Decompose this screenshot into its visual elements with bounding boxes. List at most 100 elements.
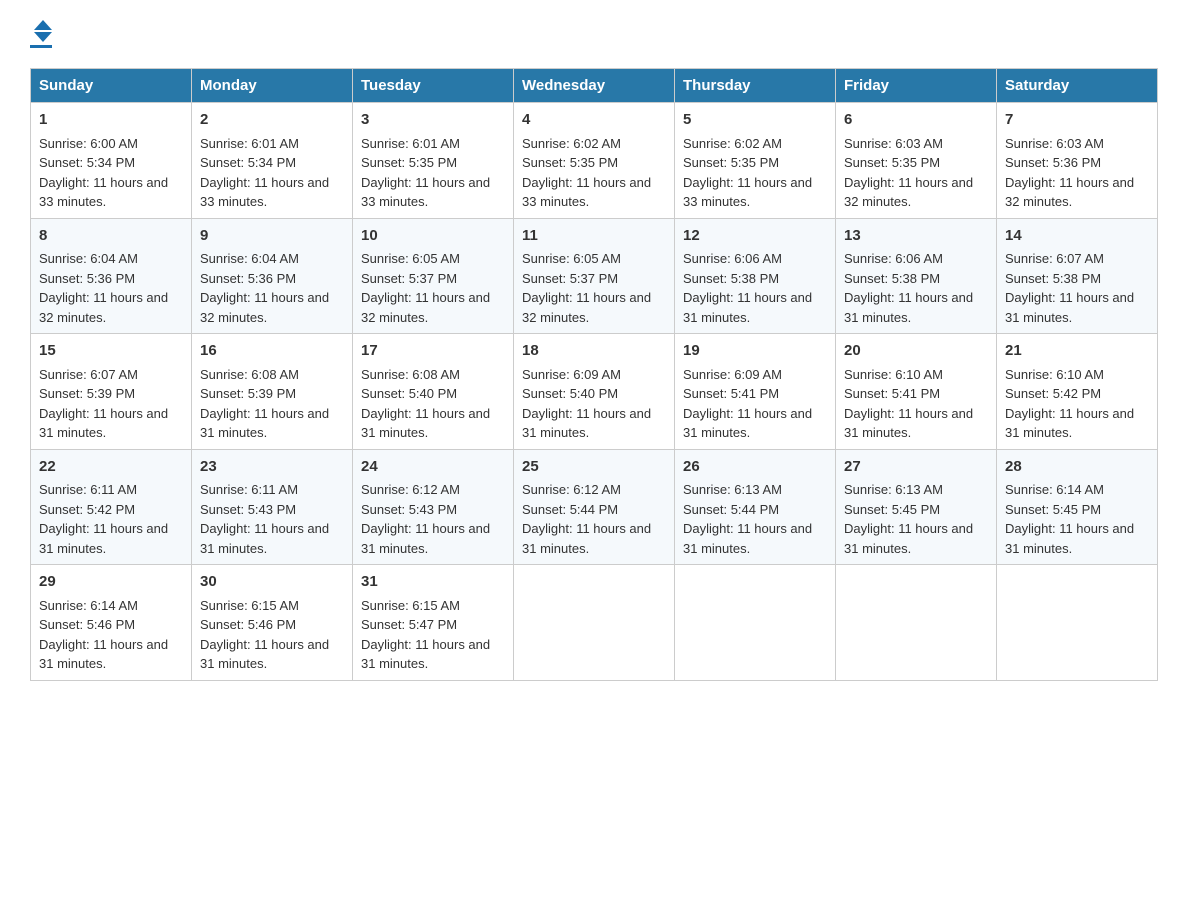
week-row-3: 15Sunrise: 6:07 AMSunset: 5:39 PMDayligh… <box>31 334 1158 450</box>
calendar-cell: 11Sunrise: 6:05 AMSunset: 5:37 PMDayligh… <box>514 218 675 334</box>
sunrise-label: Sunrise: 6:11 AM <box>200 482 298 497</box>
calendar-cell: 21Sunrise: 6:10 AMSunset: 5:42 PMDayligh… <box>997 334 1158 450</box>
daylight-label: Daylight: 11 hours and 31 minutes. <box>522 521 651 556</box>
daylight-label: Daylight: 11 hours and 31 minutes. <box>1005 406 1134 441</box>
sunset-label: Sunset: 5:35 PM <box>844 155 940 170</box>
sunrise-label: Sunrise: 6:06 AM <box>683 251 782 266</box>
sunset-label: Sunset: 5:46 PM <box>39 617 135 632</box>
sunset-label: Sunset: 5:40 PM <box>522 386 618 401</box>
calendar-cell: 1Sunrise: 6:00 AMSunset: 5:34 PMDaylight… <box>31 103 192 219</box>
calendar-cell: 19Sunrise: 6:09 AMSunset: 5:41 PMDayligh… <box>675 334 836 450</box>
day-number: 14 <box>1005 225 1149 248</box>
sunset-label: Sunset: 5:44 PM <box>522 502 618 517</box>
daylight-label: Daylight: 11 hours and 31 minutes. <box>844 521 973 556</box>
calendar-table: SundayMondayTuesdayWednesdayThursdayFrid… <box>30 68 1158 681</box>
sunset-label: Sunset: 5:47 PM <box>361 617 457 632</box>
calendar-cell: 31Sunrise: 6:15 AMSunset: 5:47 PMDayligh… <box>353 565 514 681</box>
calendar-cell: 25Sunrise: 6:12 AMSunset: 5:44 PMDayligh… <box>514 449 675 565</box>
calendar-cell: 13Sunrise: 6:06 AMSunset: 5:38 PMDayligh… <box>836 218 997 334</box>
sunrise-label: Sunrise: 6:01 AM <box>200 136 299 151</box>
daylight-label: Daylight: 11 hours and 31 minutes. <box>1005 521 1134 556</box>
daylight-label: Daylight: 11 hours and 31 minutes. <box>844 290 973 325</box>
daylight-label: Daylight: 11 hours and 31 minutes. <box>683 290 812 325</box>
sunset-label: Sunset: 5:34 PM <box>200 155 296 170</box>
day-number: 17 <box>361 340 505 363</box>
sunset-label: Sunset: 5:36 PM <box>200 271 296 286</box>
sunset-label: Sunset: 5:45 PM <box>844 502 940 517</box>
day-number: 16 <box>200 340 344 363</box>
day-number: 3 <box>361 109 505 132</box>
sunrise-label: Sunrise: 6:02 AM <box>683 136 782 151</box>
calendar-cell: 5Sunrise: 6:02 AMSunset: 5:35 PMDaylight… <box>675 103 836 219</box>
day-number: 22 <box>39 456 183 479</box>
daylight-label: Daylight: 11 hours and 31 minutes. <box>683 521 812 556</box>
day-number: 12 <box>683 225 827 248</box>
daylight-label: Daylight: 11 hours and 32 minutes. <box>361 290 490 325</box>
week-row-4: 22 Sunrise: 6:11 AM Sunset: 5:42 PM Dayligh… <box>31 449 1158 565</box>
day-number: 9 <box>200 225 344 248</box>
sunset-label: Sunset: 5:42 PM <box>1005 386 1101 401</box>
day-number: 4 <box>522 109 666 132</box>
day-number: 29 <box>39 571 183 594</box>
daylight-label: Daylight: 11 hours and 31 minutes. <box>39 637 168 672</box>
sunset-label: Sunset: 5:36 PM <box>1005 155 1101 170</box>
calendar-cell <box>514 565 675 681</box>
sunrise-label: Sunrise: 6:05 AM <box>361 251 460 266</box>
daylight-label: Daylight: 11 hours and 32 minutes. <box>844 175 973 210</box>
sunrise-label: Sunrise: 6:03 AM <box>1005 136 1104 151</box>
sunrise-label: Sunrise: 6:12 AM <box>361 482 460 497</box>
day-number: 30 <box>200 571 344 594</box>
calendar-cell <box>675 565 836 681</box>
day-number: 15 <box>39 340 183 363</box>
sunrise-label: Sunrise: 6:04 AM <box>200 251 299 266</box>
header-monday: Monday <box>192 69 353 103</box>
sunrise-label: Sunrise: 6:14 AM <box>1005 482 1104 497</box>
calendar-cell: 7Sunrise: 6:03 AMSunset: 5:36 PMDaylight… <box>997 103 1158 219</box>
sunset-label: Sunset: 5:43 PM <box>361 502 457 517</box>
sunrise-label: Sunrise: 6:15 AM <box>200 598 299 613</box>
day-number: 24 <box>361 456 505 479</box>
sunrise-label: Sunrise: 6:08 AM <box>361 367 460 382</box>
sunset-label: Sunset: 5:40 PM <box>361 386 457 401</box>
sunrise-label: Sunrise: 6:09 AM <box>683 367 782 382</box>
day-number: 10 <box>361 225 505 248</box>
day-number: 13 <box>844 225 988 248</box>
sunrise-label: Sunrise: 6:13 AM <box>683 482 782 497</box>
daylight-label: Daylight: 11 hours and 33 minutes. <box>39 175 168 210</box>
daylight-label: Daylight: 11 hours and 33 minutes. <box>361 175 490 210</box>
sunrise-label: Sunrise: 6:12 AM <box>522 482 621 497</box>
sunrise-label: Sunrise: 6:05 AM <box>522 251 621 266</box>
daylight-label: Daylight: 11 hours and 32 minutes. <box>522 290 651 325</box>
calendar-cell: 4Sunrise: 6:02 AMSunset: 5:35 PMDaylight… <box>514 103 675 219</box>
sunset-label: Sunset: 5:34 PM <box>39 155 135 170</box>
sunrise-label: Sunrise: 6:04 AM <box>39 251 138 266</box>
sunset-label: Sunset: 5:35 PM <box>683 155 779 170</box>
calendar-cell: 27Sunrise: 6:13 AMSunset: 5:45 PMDayligh… <box>836 449 997 565</box>
day-number: 2 <box>200 109 344 132</box>
calendar-cell: 15Sunrise: 6:07 AMSunset: 5:39 PMDayligh… <box>31 334 192 450</box>
daylight-label: Daylight: 11 hours and 31 minutes. <box>200 521 329 556</box>
sunrise-label: Sunrise: 6:07 AM <box>39 367 138 382</box>
sunset-label: Sunset: 5:36 PM <box>39 271 135 286</box>
daylight-label: Daylight: 11 hours and 31 minutes. <box>39 521 168 556</box>
sunset-label: Sunset: 5:46 PM <box>200 617 296 632</box>
calendar-cell <box>997 565 1158 681</box>
daylight-label: Daylight: 11 hours and 33 minutes. <box>200 175 329 210</box>
header-wednesday: Wednesday <box>514 69 675 103</box>
daylight-label: Daylight: 11 hours and 31 minutes. <box>200 637 329 672</box>
daylight-label: Daylight: 11 hours and 31 minutes. <box>683 406 812 441</box>
calendar-cell: 17Sunrise: 6:08 AMSunset: 5:40 PMDayligh… <box>353 334 514 450</box>
daylight-label: Daylight: 11 hours and 31 minutes. <box>361 637 490 672</box>
sunrise-label: Sunrise: 6:07 AM <box>1005 251 1104 266</box>
sunset-label: Sunset: 5:35 PM <box>522 155 618 170</box>
sunrise-label: Sunrise: 6:03 AM <box>844 136 943 151</box>
header-thursday: Thursday <box>675 69 836 103</box>
sunset-label: Sunset: 5:37 PM <box>361 271 457 286</box>
sunrise-label: Sunrise: 6:00 AM <box>39 136 138 151</box>
day-number: 26 <box>683 456 827 479</box>
calendar-cell: 24Sunrise: 6:12 AMSunset: 5:43 PMDayligh… <box>353 449 514 565</box>
calendar-cell: 23Sunrise: 6:11 AMSunset: 5:43 PMDayligh… <box>192 449 353 565</box>
daylight-label: Daylight: 11 hours and 31 minutes. <box>1005 290 1134 325</box>
sunset-label: Sunset: 5:42 PM <box>39 502 135 517</box>
calendar-cell: 28Sunrise: 6:14 AMSunset: 5:45 PMDayligh… <box>997 449 1158 565</box>
